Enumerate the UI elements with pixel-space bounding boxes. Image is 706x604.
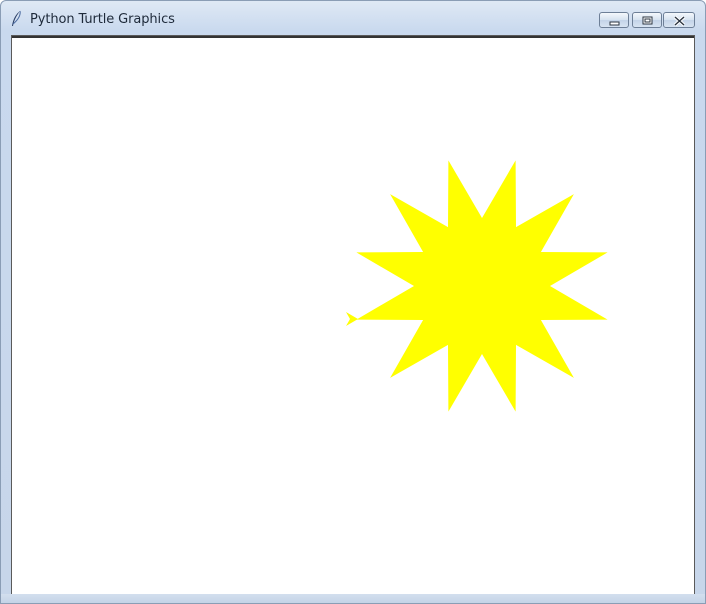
window-bottom-frame bbox=[1, 594, 705, 603]
drawing-surface bbox=[346, 160, 608, 412]
minimize-icon bbox=[609, 21, 620, 26]
feather-icon bbox=[10, 10, 22, 28]
close-icon bbox=[673, 15, 686, 27]
title-bar[interactable]: Python Turtle Graphics bbox=[1, 1, 705, 35]
turtle-cursor bbox=[346, 312, 358, 326]
canvas-top-border bbox=[12, 36, 694, 38]
maximize-icon bbox=[642, 16, 653, 25]
window-title: Python Turtle Graphics bbox=[30, 12, 175, 27]
turtle-canvas[interactable] bbox=[11, 35, 695, 594]
minimize-button[interactable] bbox=[599, 12, 629, 28]
turtle-window: Python Turtle Graphics bbox=[0, 0, 706, 604]
close-button[interactable] bbox=[663, 12, 695, 28]
yellow-star bbox=[356, 160, 608, 412]
maximize-button[interactable] bbox=[632, 12, 662, 28]
